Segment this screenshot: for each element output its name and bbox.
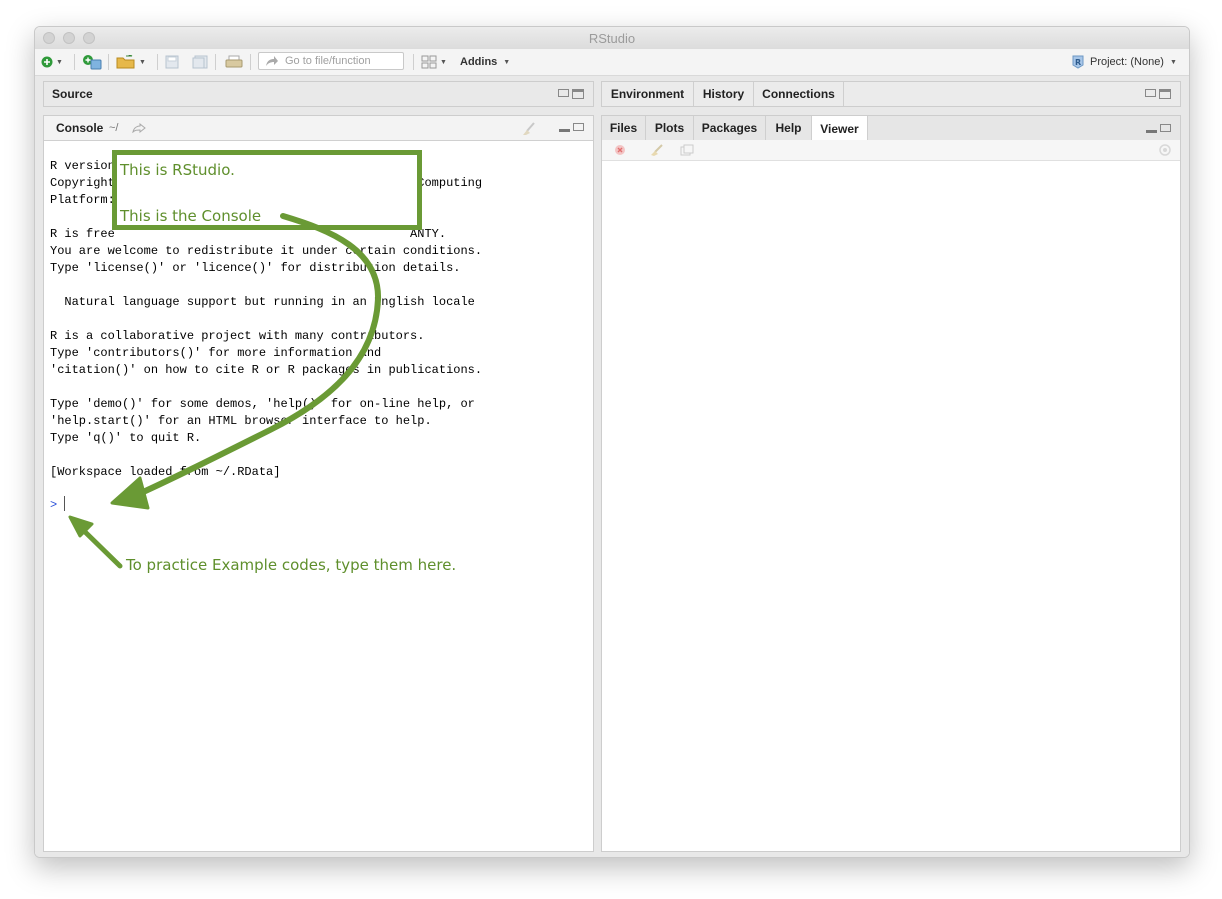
broom-icon[interactable] [521, 122, 537, 136]
go-to-file-placeholder: Go to file/function [285, 55, 371, 67]
tab-files[interactable]: Files [602, 116, 646, 140]
go-to-file-input[interactable]: Go to file/function [258, 52, 404, 70]
console-line: Type 'demo()' for some demos, 'help()' f… [50, 397, 475, 411]
tab-environment[interactable]: Environment [602, 82, 694, 106]
export-icon[interactable] [680, 144, 694, 156]
viewer-toolbar [602, 140, 1180, 161]
console-line: [Workspace loaded from ~/.RData] [50, 465, 281, 479]
svg-text:R: R [1075, 58, 1081, 67]
source-pane-title: Source [52, 87, 93, 101]
console-line: R is a collaborative project with many c… [50, 329, 425, 343]
annotation-hint-text: To practice Example codes, type them her… [126, 556, 457, 574]
open-file-button[interactable]: ▼ [116, 53, 146, 71]
clear-viewer-icon[interactable] [614, 144, 626, 156]
tab-plots[interactable]: Plots [646, 116, 694, 140]
restore-pane-icon[interactable] [573, 123, 584, 131]
chevron-down-icon: ▼ [440, 58, 447, 66]
console-line: Natural language support but running in … [50, 295, 475, 309]
viewer-content [602, 161, 1180, 851]
chevron-down-icon: ▼ [503, 58, 511, 66]
console-line: 'help.start()' for an HTML browser inter… [50, 414, 432, 428]
console-pane-header: Console ~/ [44, 116, 593, 141]
console-line: You are welcome to redistribute it under… [50, 244, 483, 258]
console-input-cursor[interactable] [64, 496, 65, 511]
console-line: Type 'license()' or 'licence()' for dist… [50, 261, 461, 275]
new-file-button[interactable]: ▼ [41, 53, 63, 71]
console-line: Type 'q()' to quit R. [50, 431, 202, 445]
restore-pane-icon[interactable] [1160, 124, 1171, 132]
broom-icon[interactable] [650, 144, 664, 156]
window-title: RStudio [588, 31, 636, 46]
new-project-button[interactable] [82, 53, 102, 71]
print-button[interactable] [225, 53, 243, 71]
addins-label: Addins [460, 56, 498, 68]
folder-open-icon [116, 55, 135, 69]
tab-history[interactable]: History [694, 82, 754, 106]
plus-circle-icon [41, 56, 53, 68]
annotation-console-text: This is the Console [120, 207, 262, 225]
tab-viewer[interactable]: Viewer [812, 116, 868, 141]
printer-icon [225, 55, 243, 68]
chevron-down-icon: ▼ [1169, 58, 1177, 66]
source-pane-window-buttons [558, 89, 584, 99]
project-menu[interactable]: R Project: (None) ▼ [1071, 53, 1177, 71]
save-all-button[interactable] [192, 53, 208, 71]
environment-pane-header: Environment History Connections [601, 81, 1181, 107]
save-all-icon [192, 55, 208, 69]
grid-icon [421, 55, 437, 69]
console-path: ~/ [109, 122, 119, 134]
chevron-down-icon: ▼ [139, 58, 146, 66]
environment-pane-window-buttons [1145, 89, 1171, 99]
minimize-pane-icon[interactable] [1146, 130, 1157, 133]
console-prompt: > [50, 498, 58, 512]
refresh-icon[interactable] [1158, 143, 1172, 157]
files-pane-tabbar: Files Plots Packages Help Viewer [602, 116, 1180, 141]
console-line: Type 'contributors()' for more informati… [50, 346, 382, 360]
files-pane: Files Plots Packages Help Viewer [601, 115, 1181, 852]
restore-pane-icon[interactable] [558, 89, 569, 97]
tab-connections[interactable]: Connections [754, 82, 844, 106]
workspace-panes-button[interactable]: ▼ [421, 53, 447, 71]
goto-directory-icon[interactable] [132, 123, 146, 133]
annotation-box: This is RStudio. This is the Console [112, 150, 422, 230]
main-toolbar: ▼ ▼ Go to file/function ▼ Addins ▼ R Pro… [35, 49, 1189, 76]
title-bar: RStudio [35, 27, 1189, 50]
minimize-pane-icon[interactable] [559, 129, 570, 132]
chevron-down-icon: ▼ [56, 58, 63, 66]
console-line: 'citation()' on how to cite R or R packa… [50, 363, 483, 377]
files-pane-window-buttons [1146, 124, 1171, 133]
save-button[interactable] [165, 53, 179, 71]
maximize-pane-icon[interactable] [572, 89, 584, 99]
save-icon [165, 55, 179, 69]
restore-pane-icon[interactable] [1145, 89, 1156, 97]
tab-packages[interactable]: Packages [694, 116, 766, 140]
source-pane-header[interactable]: Source [43, 81, 594, 107]
maximize-pane-icon[interactable] [1159, 89, 1171, 99]
r-project-icon: R [1072, 55, 1084, 69]
new-project-icon [83, 55, 102, 70]
console-pane-window-buttons [559, 123, 584, 132]
tab-help[interactable]: Help [766, 116, 812, 140]
arrow-right-icon [266, 56, 278, 66]
addins-menu[interactable]: Addins ▼ [460, 53, 510, 71]
project-label: Project: (None) [1090, 56, 1164, 68]
annotation-rstudio-text: This is RStudio. [120, 161, 235, 179]
console-tab[interactable]: Console [56, 121, 103, 135]
